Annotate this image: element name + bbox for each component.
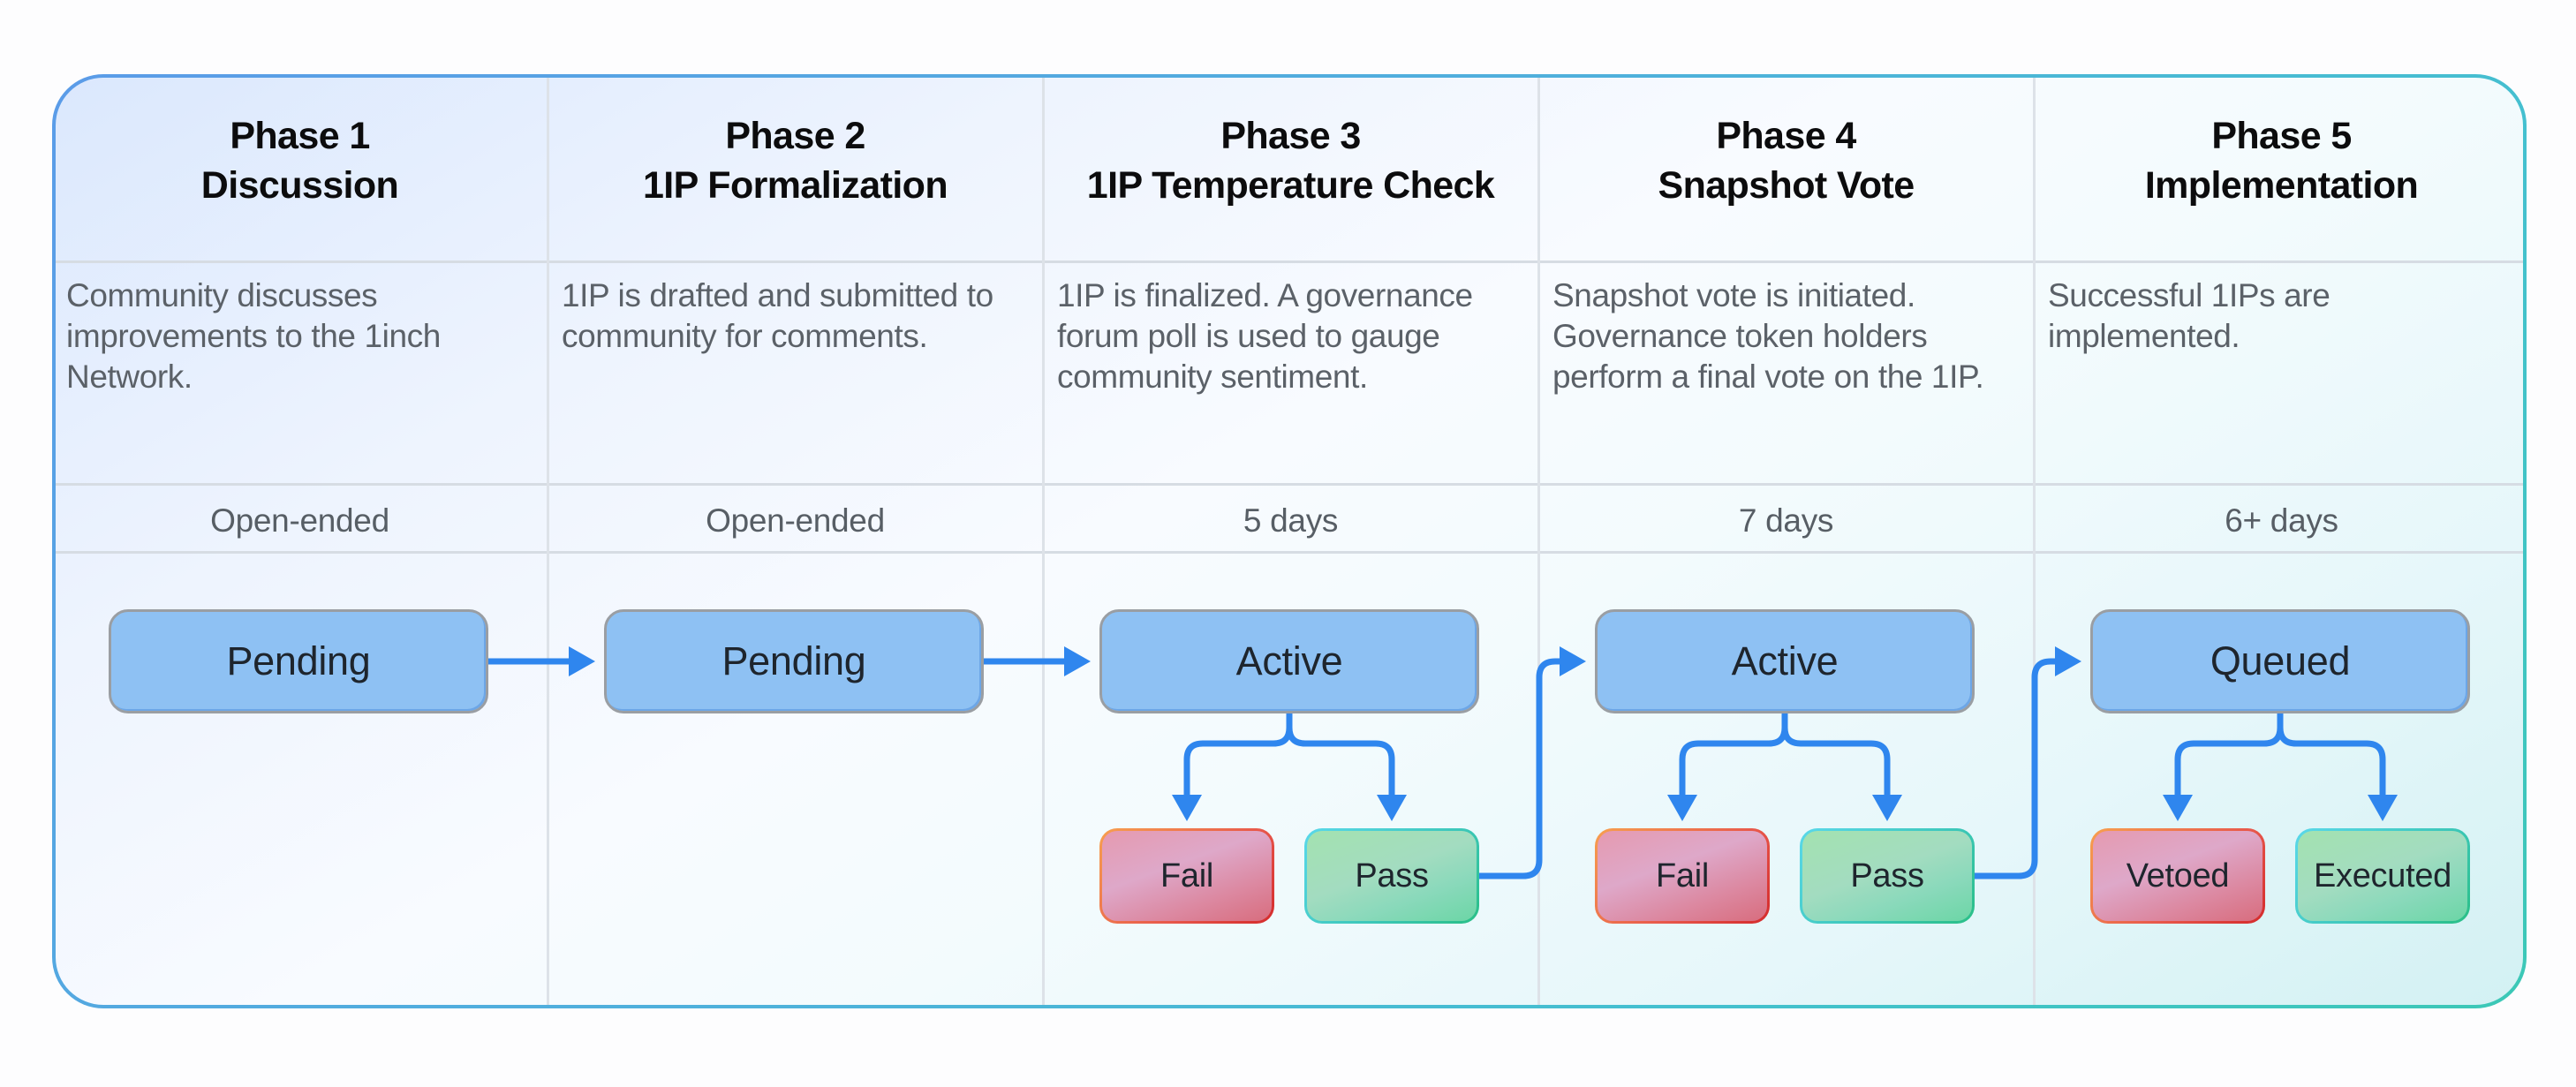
phase-number: Phase 5: [2211, 115, 2352, 157]
governance-process-card: Phase 1 Discussion Community discusses i…: [52, 74, 2527, 1008]
phase-column-5: Phase 5 Implementation Successful 1IPs a…: [2034, 78, 2523, 1005]
outcome-node-fail: Fail: [1595, 828, 1770, 924]
phase-duration: Open-ended: [706, 502, 885, 539]
phase-name: Implementation: [2144, 164, 2419, 207]
phase-column-3: Phase 3 1IP Temperature Check 1IP is fin…: [1043, 78, 1538, 1005]
outcome-label: Pass: [1850, 857, 1924, 895]
phase-heading: Phase 5 Implementation: [2034, 111, 2523, 210]
phase-duration: 5 days: [1243, 502, 1339, 539]
state-label: Active: [1731, 638, 1839, 683]
outcome-node-fail: Fail: [1099, 828, 1274, 924]
state-node-pending: Pending: [109, 609, 488, 713]
phase-name: Snapshot Vote: [1658, 164, 1915, 207]
state-label: Pending: [226, 638, 371, 683]
state-label: Pending: [721, 638, 866, 683]
outcome-label: Executed: [2313, 857, 2452, 895]
phase-number: Phase 3: [1220, 115, 1361, 157]
phase-column-2: Phase 2 1IP Formalization 1IP is drafted…: [548, 78, 1043, 1005]
outcome-label: Pass: [1355, 857, 1429, 895]
outcome-label: Vetoed: [2126, 857, 2230, 895]
phase-duration: 7 days: [1738, 502, 1834, 539]
phase-description: 1IP is drafted and submitted to communit…: [562, 277, 993, 354]
outcome-node-vetoed: Vetoed: [2090, 828, 2265, 924]
phase-duration: 6+ days: [2225, 502, 2338, 539]
outcome-node-pass: Pass: [1304, 828, 1479, 924]
phase-duration: Open-ended: [210, 502, 389, 539]
phase-column-4: Phase 4 Snapshot Vote Snapshot vote is i…: [1538, 78, 2034, 1005]
outcome-node-pass: Pass: [1800, 828, 1975, 924]
phase-name: 1IP Formalization: [642, 164, 948, 207]
phase-heading: Phase 4 Snapshot Vote: [1538, 111, 2034, 210]
phase-description: Community discusses improvements to the …: [66, 277, 441, 395]
phase-column-1: Phase 1 Discussion Community discusses i…: [56, 78, 548, 1005]
phase-number: Phase 2: [725, 115, 865, 157]
state-label: Queued: [2210, 638, 2351, 683]
state-node-pending: Pending: [604, 609, 984, 713]
phase-heading: Phase 1 Discussion: [56, 111, 548, 210]
state-node-active: Active: [1595, 609, 1975, 713]
state-label: Active: [1235, 638, 1343, 683]
governance-process-table: Phase 1 Discussion Community discusses i…: [56, 78, 2523, 1005]
outcome-node-executed: Executed: [2295, 828, 2470, 924]
phase-heading: Phase 2 1IP Formalization: [548, 111, 1043, 210]
outcome-label: Fail: [1655, 857, 1710, 895]
outcome-label: Fail: [1160, 857, 1214, 895]
phase-heading: Phase 3 1IP Temperature Check: [1043, 111, 1538, 210]
phase-description: Snapshot vote is initiated. Governance t…: [1552, 277, 1984, 395]
phase-name: Discussion: [200, 164, 399, 207]
phase-description: 1IP is finalized. A governance forum pol…: [1057, 277, 1473, 395]
state-node-active: Active: [1099, 609, 1479, 713]
phase-number: Phase 4: [1716, 115, 1856, 157]
phase-number: Phase 1: [230, 115, 370, 157]
state-node-queued: Queued: [2090, 609, 2470, 713]
phase-description: Successful 1IPs are implemented.: [2048, 277, 2330, 354]
phase-name: 1IP Temperature Check: [1086, 164, 1495, 207]
